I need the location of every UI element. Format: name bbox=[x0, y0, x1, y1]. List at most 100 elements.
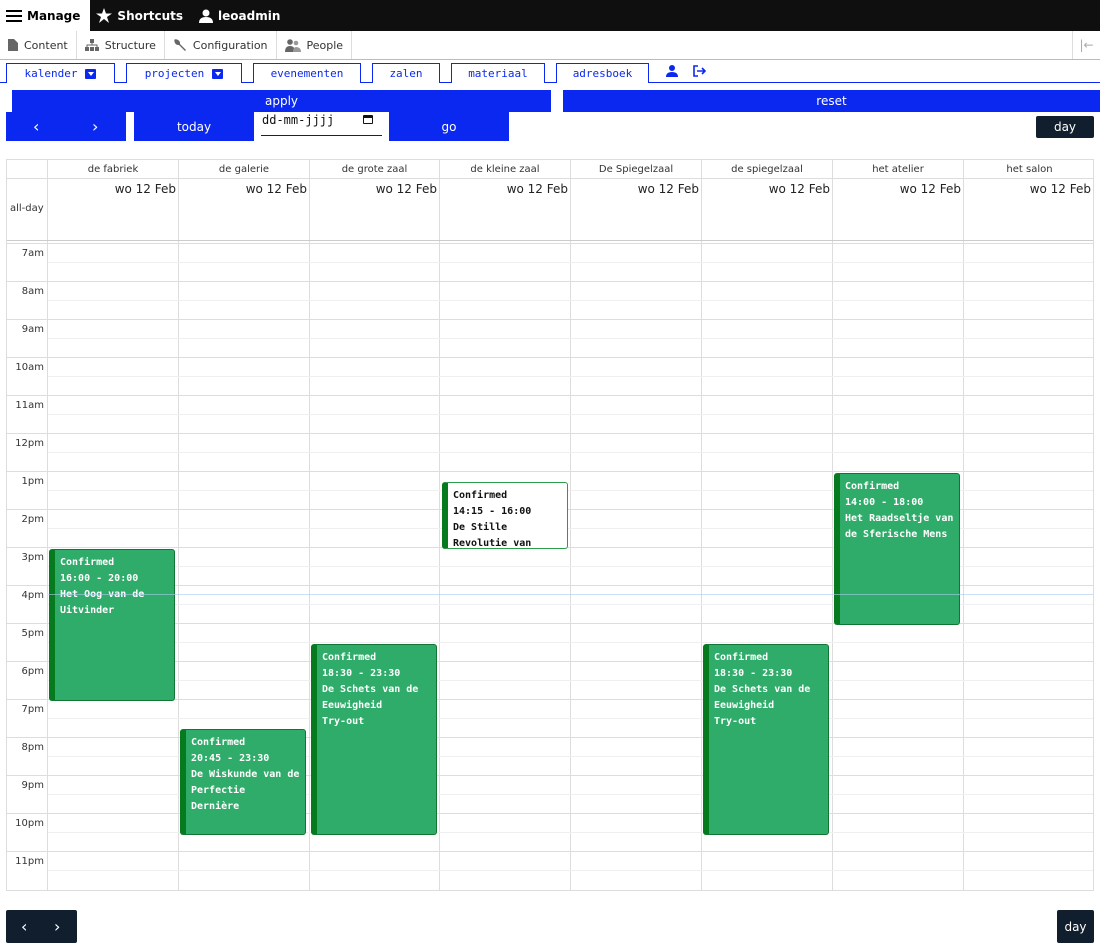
manage-tab[interactable]: Manage bbox=[0, 0, 91, 31]
event-card[interactable]: Confirmed 18:30 - 23:30 De Schets van de… bbox=[311, 644, 437, 835]
time-label: 11am bbox=[15, 400, 44, 411]
nav-materiaal-label: materiaal bbox=[468, 67, 528, 80]
col-divider bbox=[832, 160, 833, 890]
event-status: Confirmed bbox=[845, 481, 900, 492]
date-header: wo 12 Feb bbox=[245, 182, 307, 196]
go-button[interactable]: go bbox=[389, 112, 509, 141]
time-label: 3pm bbox=[21, 552, 44, 563]
event-status: Confirmed bbox=[322, 652, 377, 663]
admin-toolbar: Manage Shortcuts leoadmin bbox=[0, 0, 1100, 31]
event-card[interactable]: Confirmed 14:00 - 18:00 Het Raadseltje v… bbox=[834, 473, 960, 625]
bottom-prev-button[interactable]: ‹ bbox=[21, 917, 27, 936]
hour-line bbox=[7, 281, 1093, 282]
hour-line bbox=[7, 395, 1093, 396]
event-extra: Try-out bbox=[322, 716, 365, 727]
time-label: 11pm bbox=[15, 856, 44, 867]
view-day-label: day bbox=[1053, 120, 1077, 134]
nav-adresboek[interactable]: adresboek bbox=[556, 63, 649, 83]
dropdown-icon[interactable] bbox=[212, 68, 224, 79]
resource-header: de fabriek bbox=[87, 163, 139, 175]
date-header: wo 12 Feb bbox=[1029, 182, 1091, 196]
reset-button[interactable]: reset bbox=[563, 90, 1100, 112]
bottom-next-button[interactable]: › bbox=[54, 917, 60, 936]
prev-button[interactable]: ‹ bbox=[33, 117, 39, 136]
event-time: 20:45 - 23:30 bbox=[191, 753, 270, 764]
resource-header: de kleine zaal bbox=[470, 163, 540, 175]
tray-structure[interactable]: Structure bbox=[77, 31, 165, 59]
nav-projecten[interactable]: projecten bbox=[126, 63, 242, 83]
star-icon bbox=[96, 8, 113, 23]
calendar-icon[interactable] bbox=[363, 115, 373, 124]
user-icon bbox=[199, 9, 214, 23]
date-header: wo 12 Feb bbox=[506, 182, 568, 196]
user-tab[interactable]: leoadmin bbox=[193, 0, 290, 31]
resource-header: de galerie bbox=[218, 163, 270, 175]
logout-icon[interactable] bbox=[693, 65, 706, 77]
shortcuts-tab[interactable]: Shortcuts bbox=[90, 0, 193, 31]
col-divider bbox=[701, 160, 702, 890]
event-time: 14:15 - 16:00 bbox=[453, 506, 532, 517]
nav-projecten-label: projecten bbox=[144, 67, 205, 80]
nav-kalender[interactable]: kalender bbox=[6, 63, 115, 83]
event-extra: Dernière bbox=[191, 801, 240, 812]
col-divider bbox=[570, 160, 571, 890]
user-icon[interactable] bbox=[666, 65, 678, 77]
site-nav: kalender projecten evenementen zalen mat… bbox=[0, 62, 1100, 83]
reset-label: reset bbox=[816, 94, 847, 108]
next-button[interactable]: › bbox=[92, 117, 98, 136]
date-header: wo 12 Feb bbox=[899, 182, 961, 196]
event-card[interactable]: Confirmed 20:45 - 23:30 De Wiskunde van … bbox=[180, 729, 306, 835]
nav-kalender-label: kalender bbox=[24, 67, 78, 80]
half-hour-line bbox=[48, 300, 1093, 301]
bottom-prev-next-group: ‹ › bbox=[6, 910, 77, 943]
collapse-tray-icon[interactable]: |← bbox=[1072, 31, 1100, 59]
date-header: wo 12 Feb bbox=[768, 182, 830, 196]
col-divider bbox=[178, 160, 179, 890]
event-card[interactable]: Confirmed 14:15 - 16:00 De Stille Revolu… bbox=[442, 482, 568, 549]
time-label: 10pm bbox=[15, 818, 44, 829]
col-divider bbox=[963, 160, 964, 890]
nav-zalen[interactable]: zalen bbox=[372, 63, 440, 83]
shortcuts-label: Shortcuts bbox=[117, 8, 184, 23]
apply-button[interactable]: apply bbox=[12, 90, 551, 112]
admin-tray: Content Structure Configuration People |… bbox=[0, 31, 1100, 60]
event-time: 18:30 - 23:30 bbox=[714, 668, 793, 679]
event-title: Het Oog van de Uitvinder bbox=[60, 589, 144, 616]
event-status: Confirmed bbox=[714, 652, 769, 663]
half-hour-line bbox=[48, 642, 1093, 643]
now-indicator bbox=[48, 594, 1093, 595]
event-time: 18:30 - 23:30 bbox=[322, 668, 401, 679]
date-input[interactable]: dd-mm-jjjj bbox=[261, 112, 382, 136]
nav-adresboek-label: adresboek bbox=[572, 67, 633, 80]
view-day-button[interactable]: day bbox=[1036, 116, 1094, 138]
half-hour-line bbox=[48, 338, 1093, 339]
today-button[interactable]: today bbox=[134, 112, 254, 141]
tray-content[interactable]: Content bbox=[0, 31, 77, 59]
hour-line bbox=[7, 471, 1093, 472]
dropdown-icon[interactable] bbox=[85, 68, 97, 79]
date-header: wo 12 Feb bbox=[114, 182, 176, 196]
wrench-icon bbox=[173, 39, 186, 51]
col-divider bbox=[47, 160, 48, 890]
people-icon bbox=[284, 38, 301, 52]
tray-people-label: People bbox=[306, 38, 344, 52]
nav-materiaal[interactable]: materiaal bbox=[451, 63, 545, 83]
event-card[interactable]: Confirmed 18:30 - 23:30 De Schets van de… bbox=[703, 644, 829, 835]
nav-zalen-label: zalen bbox=[389, 67, 423, 80]
event-extra: Try-out bbox=[714, 716, 757, 727]
tray-people[interactable]: People bbox=[277, 31, 353, 59]
event-card[interactable]: Confirmed 16:00 - 20:00 Het Oog van de U… bbox=[49, 549, 175, 701]
half-hour-line bbox=[48, 414, 1093, 415]
nav-evenementen[interactable]: evenementen bbox=[253, 63, 361, 83]
half-hour-line bbox=[48, 452, 1093, 453]
hour-line bbox=[7, 243, 1093, 244]
tray-configuration[interactable]: Configuration bbox=[165, 31, 277, 59]
tray-content-label: Content bbox=[24, 38, 68, 52]
col-divider bbox=[439, 160, 440, 890]
time-label: 9pm bbox=[21, 780, 44, 791]
bottom-view-day-button[interactable]: day bbox=[1057, 910, 1094, 943]
col-divider bbox=[309, 160, 310, 890]
time-label: 9am bbox=[21, 324, 44, 335]
apply-label: apply bbox=[264, 94, 299, 108]
today-label: today bbox=[176, 119, 212, 134]
